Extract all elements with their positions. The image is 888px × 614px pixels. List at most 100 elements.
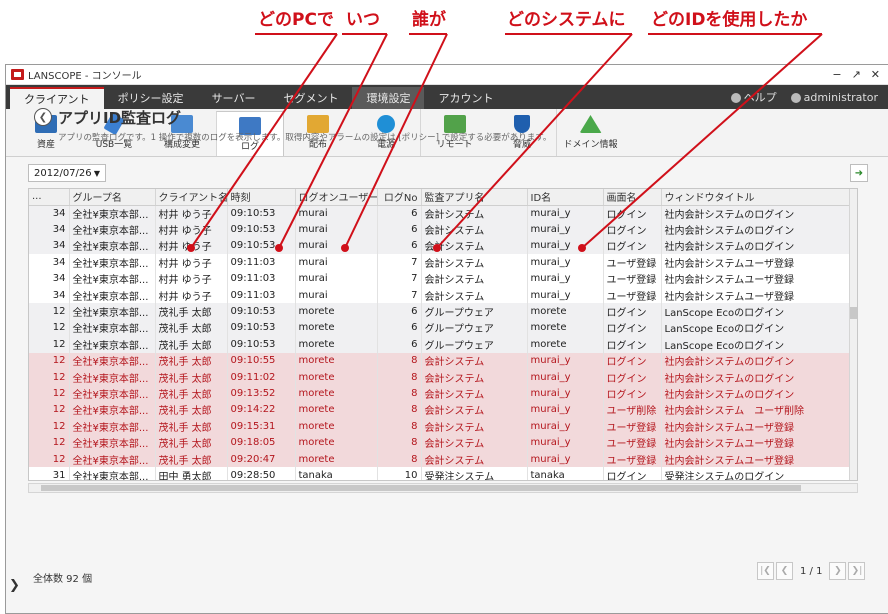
col-header[interactable]: 画面名 <box>603 189 662 206</box>
tab-account[interactable]: アカウント <box>424 87 507 109</box>
table-cell: ユーザ登録 <box>603 254 662 271</box>
annotation-which-id: どのIDを使用したか <box>651 10 808 30</box>
horizontal-scrollbar[interactable] <box>28 483 858 493</box>
table-row[interactable]: 12 全社¥東京本部... 茂礼手 太郎 09:10:53 morete 6 グループウェア… <box>29 303 853 320</box>
table-row[interactable]: 34 全社¥東京本部... 村井 ゆう子 09:11:03 murai 7 会計システム mu… <box>29 270 853 287</box>
col-header[interactable]: 監査アプリ名 <box>421 189 528 206</box>
table-cell: 全社¥東京本部... <box>69 221 156 238</box>
back-button[interactable]: ❮ <box>34 108 52 126</box>
table-cell: morete <box>295 418 378 435</box>
table-cell: murai_y <box>527 368 604 386</box>
table-cell: tanaka <box>527 467 604 480</box>
table-row[interactable]: 12 全社¥東京本部... 茂礼手 太郎 09:14:22 morete 8 会計システム m… <box>29 401 853 419</box>
tool-domain-info[interactable]: ドメイン情報 <box>556 109 624 156</box>
page-indicator: 1 / 1 <box>800 565 823 577</box>
table-cell: morete <box>295 450 378 468</box>
chevron-down-icon: ▼ <box>93 168 100 178</box>
help-icon <box>730 93 741 103</box>
export-icon: ➜ <box>854 167 864 179</box>
table-row[interactable]: 12 全社¥東京本部... 茂礼手 太郎 09:10:53 morete 6 グループウェア… <box>29 336 853 353</box>
col-header[interactable]: 時刻 <box>227 189 296 206</box>
table-cell: 村井 ゆう子 <box>155 205 228 222</box>
col-header[interactable]: クライアント名 <box>155 189 228 206</box>
table-cell: ログイン <box>603 205 662 222</box>
table-cell: morete <box>295 385 378 402</box>
close-icon[interactable]: ✕ <box>871 68 880 81</box>
table-row[interactable]: 12 全社¥東京本部... 茂礼手 太郎 09:11:02 morete 8 会計システム m… <box>29 368 853 386</box>
table-cell: 12 <box>29 450 70 468</box>
table-cell: 09:28:50 <box>227 467 296 480</box>
table-cell: 12 <box>29 418 70 435</box>
scroll-thumb[interactable] <box>41 485 801 491</box>
table-row[interactable]: 12 全社¥東京本部... 茂礼手 太郎 09:15:31 morete 8 会計システム m… <box>29 418 853 435</box>
table-cell: 茂礼手 太郎 <box>155 385 228 402</box>
tab-server[interactable]: サーバー <box>198 87 270 109</box>
table-row[interactable]: 12 全社¥東京本部... 茂礼手 太郎 09:20:47 morete 8 会計システム m… <box>29 450 853 468</box>
table-row[interactable]: 34 全社¥東京本部... 村井 ゆう子 09:11:03 murai 7 会計システム mu… <box>29 254 853 271</box>
table-cell: 09:10:53 <box>227 221 296 238</box>
tab-segment[interactable]: セグメント <box>269 87 352 109</box>
table-row[interactable]: 12 全社¥東京本部... 茂礼手 太郎 09:10:55 morete 8 会計システム m… <box>29 352 853 369</box>
table-cell: 8 <box>377 352 422 369</box>
table-cell: 社内会計システムユーザ登録 <box>661 418 853 435</box>
col-header[interactable]: ウィンドウタイトル <box>661 189 853 206</box>
table-cell: 12 <box>29 303 70 320</box>
help-link[interactable]: ヘルプ <box>730 89 777 105</box>
vertical-scrollbar[interactable] <box>849 189 857 480</box>
table-row[interactable]: 34 全社¥東京本部... 村井 ゆう子 09:10:53 murai 6 会計システム mu… <box>29 221 853 238</box>
col-header[interactable]: ... <box>29 189 70 206</box>
annotation-header: どのPCで いつ 誰が どのシステムに どのIDを使用したか <box>0 0 888 62</box>
table-cell: murai_y <box>527 237 604 255</box>
user-menu[interactable]: administrator <box>790 90 878 104</box>
tab-environment[interactable]: 環境設定 <box>352 87 425 109</box>
table-cell: 会計システム <box>421 368 528 386</box>
col-header[interactable]: ログNo <box>377 189 422 206</box>
table-cell: 茂礼手 太郎 <box>155 401 228 419</box>
col-header[interactable]: ログオンユーザー名 <box>295 189 378 206</box>
table-row[interactable]: 34 全社¥東京本部... 村井 ゆう子 09:10:53 murai 6 会計システム mu… <box>29 237 853 255</box>
table-cell: 09:10:55 <box>227 352 296 369</box>
date-select-value: 2012/07/26 <box>34 167 92 179</box>
col-header[interactable]: グループ名 <box>69 189 156 206</box>
minimize-icon[interactable]: − <box>832 68 841 81</box>
prev-page-button[interactable]: ❮ <box>776 562 793 580</box>
table-cell: ログイン <box>603 467 662 480</box>
table-cell: 社内会計システムのログイン <box>661 368 853 386</box>
table-cell: 社内会計システムのログイン <box>661 352 853 369</box>
table-cell: 12 <box>29 336 70 353</box>
table-row[interactable]: 12 全社¥東京本部... 茂礼手 太郎 09:10:53 morete 6 グループウェア… <box>29 319 853 337</box>
table-row[interactable]: 34 全社¥東京本部... 村井 ゆう子 09:11:03 murai 7 会計システム mu… <box>29 286 853 304</box>
table-cell: 社内会計システム ユーザ削除 <box>661 401 853 419</box>
table-cell: 8 <box>377 401 422 419</box>
table-cell: murai <box>295 270 378 287</box>
last-page-button[interactable]: ❯| <box>848 562 866 580</box>
col-header[interactable]: ID名 <box>527 189 604 206</box>
table-cell: 社内会計システムユーザ登録 <box>661 286 853 304</box>
table-cell: 全社¥東京本部... <box>69 434 156 451</box>
table-cell: 村井 ゆう子 <box>155 221 228 238</box>
page-title: アプリID監査ログ <box>58 109 182 127</box>
table-cell: murai_y <box>527 434 604 451</box>
table-cell: murai_y <box>527 401 604 419</box>
expand-panel-icon[interactable]: ❯ <box>9 578 20 593</box>
export-button[interactable]: ➜ <box>850 164 868 182</box>
table-cell: 村井 ゆう子 <box>155 254 228 271</box>
table-row[interactable]: 31 全社¥東京本部... 田中 勇太郎 09:28:50 tanaka 10 受発注システ… <box>29 467 853 480</box>
table-cell: 09:10:53 <box>227 336 296 353</box>
table-cell: 8 <box>377 418 422 435</box>
date-select[interactable]: 2012/07/26 ▼ <box>28 164 106 182</box>
tab-client[interactable]: クライアント <box>10 87 104 109</box>
table-cell: morete <box>295 434 378 451</box>
table-cell: 全社¥東京本部... <box>69 205 156 222</box>
table-cell: murai <box>295 237 378 255</box>
scroll-thumb[interactable] <box>850 307 857 319</box>
user-name: administrator <box>803 90 878 104</box>
table-cell: ログイン <box>603 336 662 353</box>
first-page-button[interactable]: |❮ <box>757 562 774 580</box>
table-row[interactable]: 12 全社¥東京本部... 茂礼手 太郎 09:18:05 morete 8 会計システム m… <box>29 434 853 451</box>
next-page-button[interactable]: ❯ <box>829 562 847 580</box>
maximize-icon[interactable]: ↗ <box>852 68 861 81</box>
table-row[interactable]: 34 全社¥東京本部... 村井 ゆう子 09:10:53 murai 6 会計システム mu… <box>29 205 853 222</box>
tab-policy[interactable]: ポリシー設定 <box>104 87 198 109</box>
table-row[interactable]: 12 全社¥東京本部... 茂礼手 太郎 09:13:52 morete 8 会計システム m… <box>29 385 853 402</box>
